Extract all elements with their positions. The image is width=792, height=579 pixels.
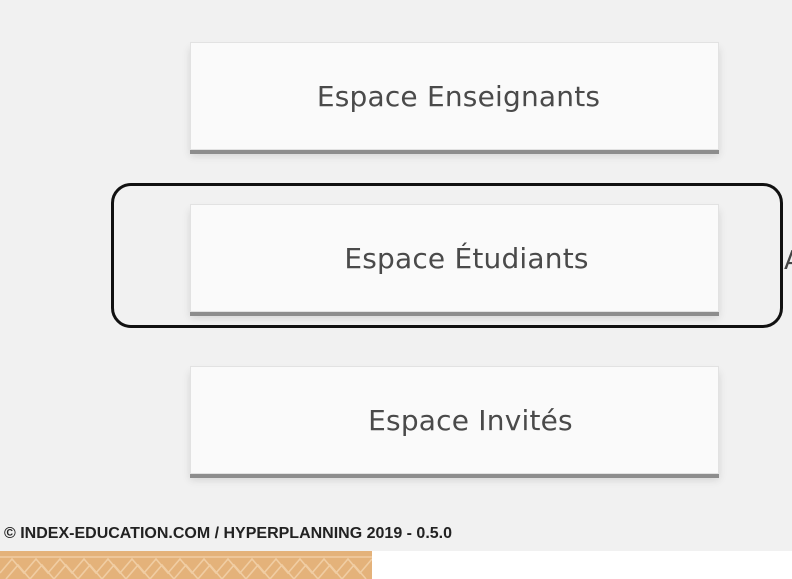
students-space-button[interactable]: Espace Étudiants xyxy=(190,204,719,312)
guests-space-button[interactable]: Espace Invités xyxy=(190,366,719,474)
copyright-footer: © INDEX-EDUCATION.COM / HYPERPLANNING 20… xyxy=(4,525,453,542)
teachers-space-button[interactable]: Espace Enseignants xyxy=(190,42,719,150)
space-selection-panel: Espace Enseignants Espace Étudiants Espa… xyxy=(0,0,792,551)
students-space-label: Espace Étudiants xyxy=(344,241,589,275)
edge-text-fragment: A xyxy=(784,248,792,274)
login-page: Espace Enseignants Espace Étudiants Espa… xyxy=(0,0,792,579)
teachers-space-label: Espace Enseignants xyxy=(316,79,601,113)
decorative-pattern-svg xyxy=(0,551,372,579)
decorative-pattern-strip xyxy=(0,551,372,579)
guests-space-label: Espace Invités xyxy=(368,403,573,437)
